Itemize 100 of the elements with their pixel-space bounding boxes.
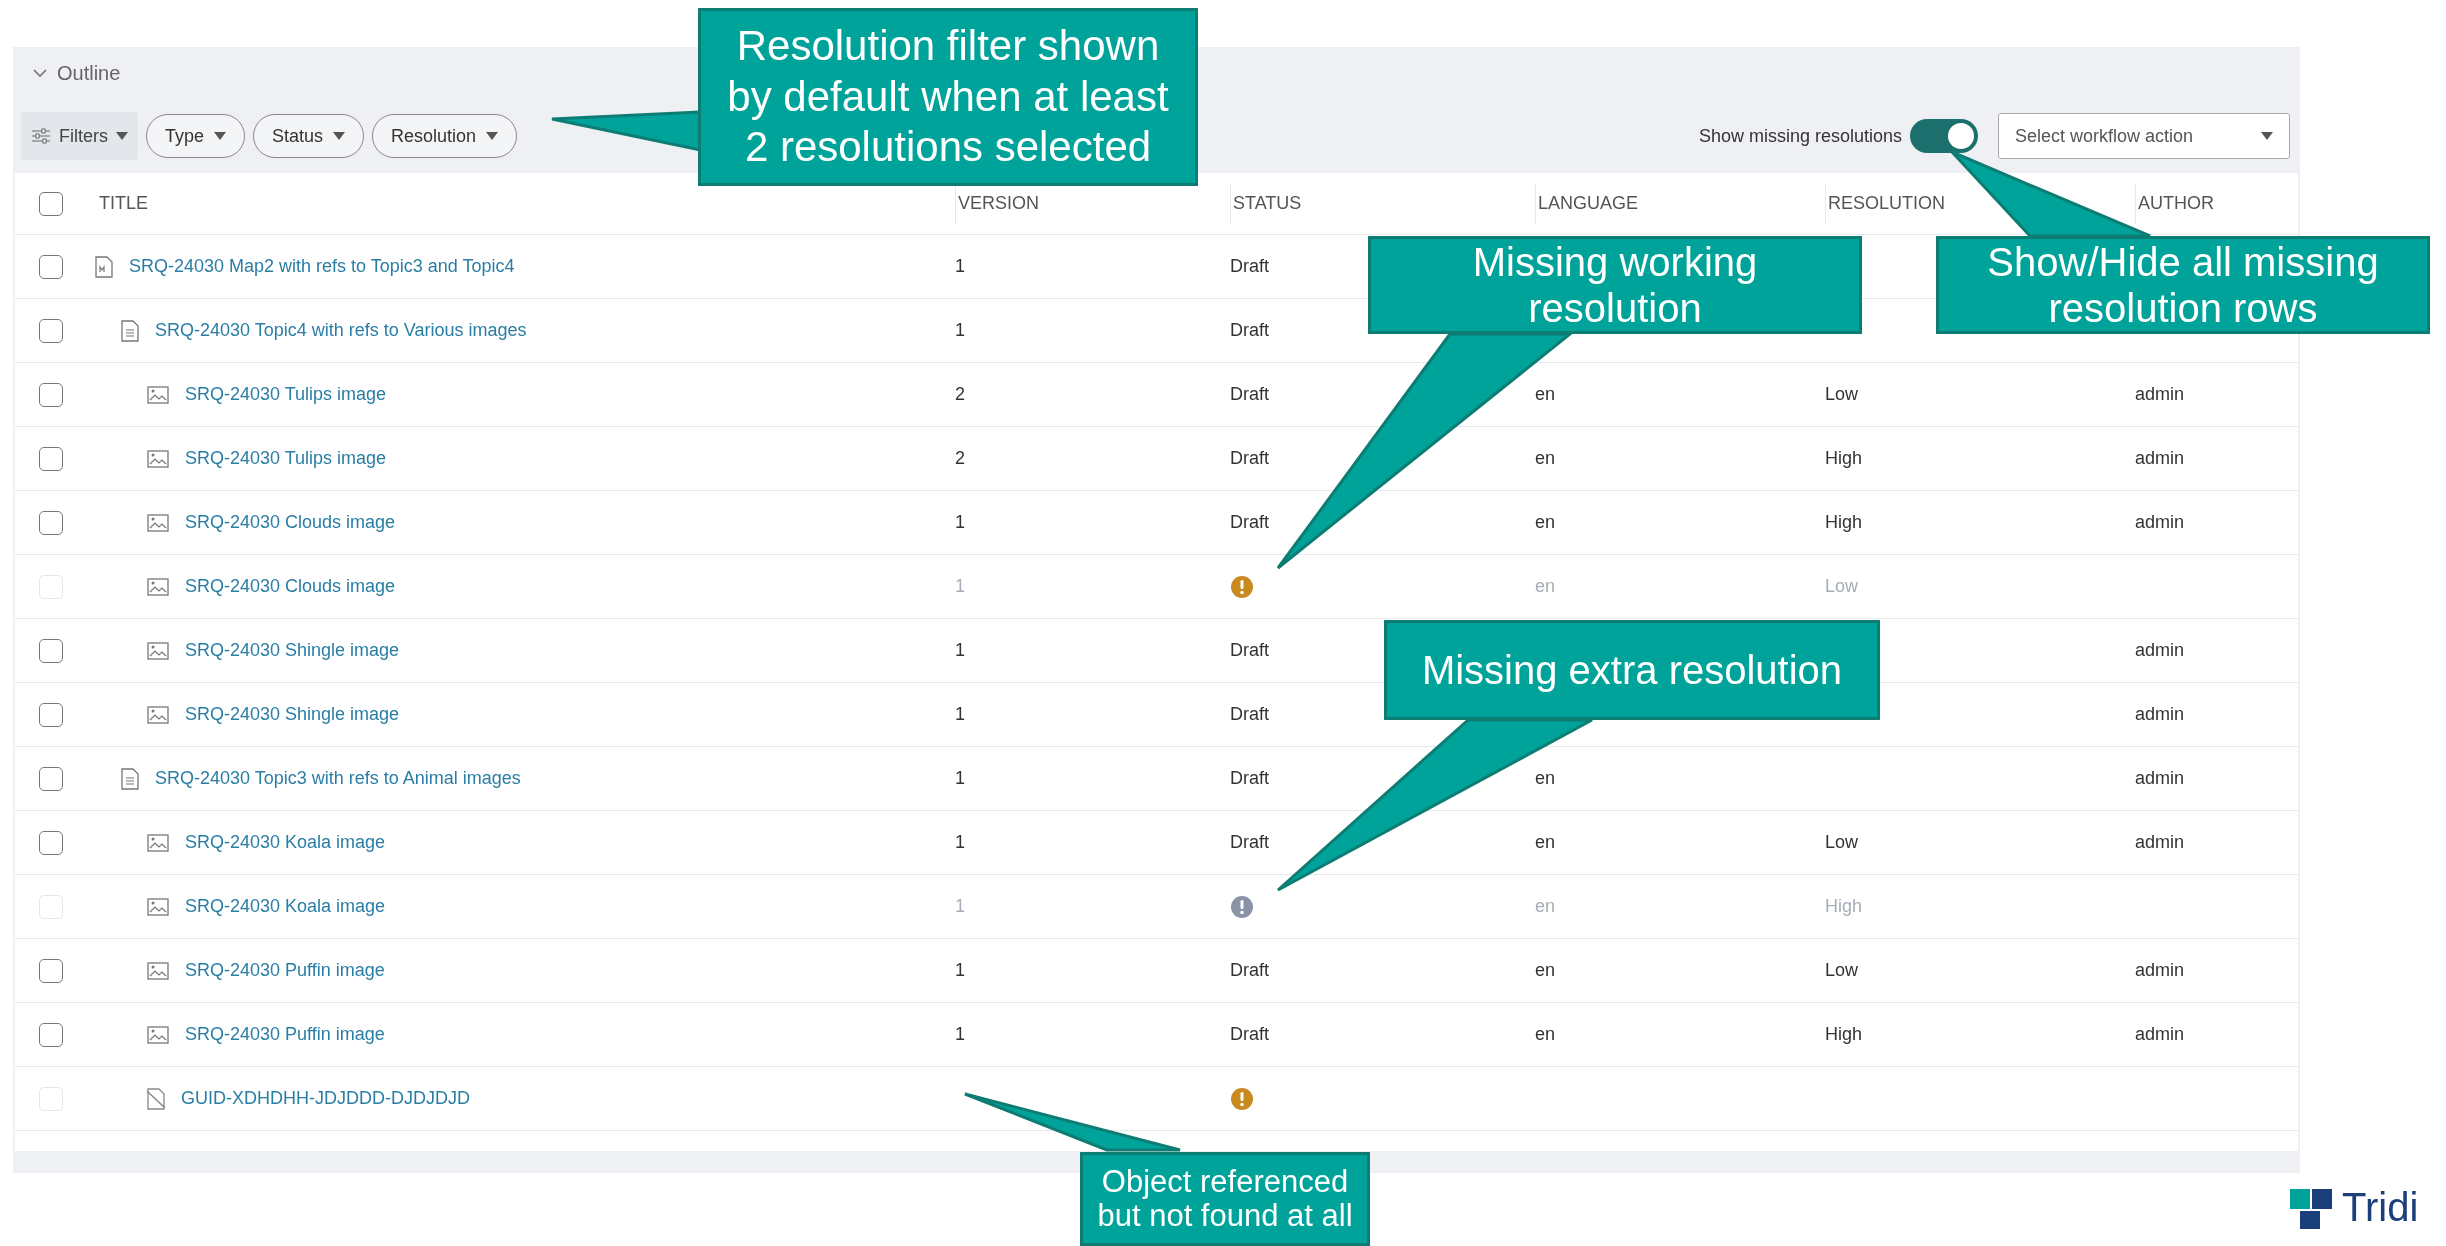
author-text: admin bbox=[2135, 1023, 2185, 1046]
filter-dropdown[interactable]: Type bbox=[146, 114, 246, 158]
version-text: 2 bbox=[955, 447, 965, 470]
version-text: 1 bbox=[955, 767, 965, 790]
version-text: 2 bbox=[955, 383, 965, 406]
resolution-text: Low bbox=[1825, 383, 1859, 406]
title-link[interactable]: SRQ-24030 Puffin image bbox=[185, 957, 385, 984]
language-text: en bbox=[1535, 383, 1556, 406]
resolution-text: Low bbox=[1825, 575, 1859, 598]
version-text: 1 bbox=[955, 639, 965, 662]
resolution-text: High bbox=[1825, 1023, 1863, 1046]
caret-icon bbox=[214, 132, 227, 140]
filters-button[interactable]: Filters bbox=[21, 112, 138, 160]
warning-icon bbox=[1230, 1086, 1254, 1111]
outline-toggle[interactable]: Outline bbox=[33, 58, 121, 88]
resolution-text: High bbox=[1825, 447, 1863, 470]
toggle-label: Show missing resolutions bbox=[1698, 124, 1902, 148]
column-header[interactable]: AUTHOR bbox=[2138, 190, 2214, 217]
author-text: admin bbox=[2135, 703, 2185, 726]
image-icon bbox=[147, 833, 169, 852]
image-icon bbox=[147, 705, 169, 724]
resolution-text: High bbox=[1825, 511, 1863, 534]
language-text: en bbox=[1535, 767, 1556, 790]
image-icon bbox=[147, 513, 169, 532]
status-text: Draft bbox=[1230, 959, 1269, 982]
callout: Missing working resolution bbox=[1368, 236, 1862, 334]
warning-icon bbox=[1230, 894, 1254, 919]
status-text: Draft bbox=[1230, 703, 1269, 726]
author-text: admin bbox=[2135, 767, 2185, 790]
title-link[interactable]: SRQ-24030 Koala image bbox=[185, 829, 386, 856]
map-file-icon bbox=[95, 255, 113, 278]
toggle-switch[interactable] bbox=[1910, 119, 1978, 153]
column-header[interactable]: TITLE bbox=[99, 190, 148, 217]
status-text: Draft bbox=[1230, 447, 1269, 470]
status-text: Draft bbox=[1230, 511, 1269, 534]
row-checkbox[interactable] bbox=[39, 766, 63, 791]
filter-dropdown[interactable]: Resolution bbox=[372, 114, 518, 158]
row-checkbox[interactable] bbox=[39, 638, 63, 663]
row-checkbox[interactable] bbox=[39, 958, 63, 983]
resolution-text: Low bbox=[1825, 831, 1859, 854]
broken-file-icon bbox=[147, 1087, 165, 1110]
status-text: Draft bbox=[1230, 319, 1269, 342]
checkbox[interactable] bbox=[39, 191, 63, 216]
status-text: Draft bbox=[1230, 767, 1269, 790]
author-text: admin bbox=[2135, 511, 2185, 534]
title-link[interactable]: SRQ-24030 Map2 with refs to Topic3 and Topic4 bbox=[129, 253, 515, 280]
chevron-icon bbox=[33, 68, 47, 78]
title-link[interactable]: SRQ-24030 Tulips image bbox=[185, 381, 387, 408]
image-icon bbox=[147, 641, 169, 660]
column-header[interactable]: VERSION bbox=[958, 190, 1040, 217]
row-checkbox[interactable] bbox=[39, 702, 63, 727]
version-text: 1 bbox=[955, 511, 965, 534]
title-link[interactable]: SRQ-24030 Puffin image bbox=[185, 1021, 385, 1048]
image-icon bbox=[147, 961, 169, 980]
column-header[interactable]: STATUS bbox=[1233, 190, 1302, 217]
filter-dropdown[interactable]: Status bbox=[253, 114, 365, 158]
language-text: en bbox=[1535, 1023, 1556, 1046]
language-text: en bbox=[1535, 895, 1556, 918]
logo-text: Tridi bbox=[2342, 1187, 2419, 1227]
row-checkbox[interactable] bbox=[39, 830, 63, 855]
language-text: en bbox=[1535, 959, 1556, 982]
author-text: admin bbox=[2135, 383, 2185, 406]
row-checkbox[interactable] bbox=[39, 318, 63, 343]
image-icon bbox=[147, 1025, 169, 1044]
status-text: Draft bbox=[1230, 383, 1269, 406]
caret-icon bbox=[2261, 132, 2273, 140]
version-text: 1 bbox=[955, 831, 965, 854]
author-text: admin bbox=[2135, 831, 2185, 854]
version-text: 1 bbox=[955, 255, 965, 278]
row-checkbox[interactable] bbox=[39, 510, 63, 535]
document-icon bbox=[121, 319, 139, 342]
callout: Missing extra resolution bbox=[1384, 620, 1880, 720]
author-text: admin bbox=[2135, 639, 2185, 662]
author-text: admin bbox=[2135, 447, 2185, 470]
title-link[interactable]: SRQ-24030 Topic4 with refs to Various images bbox=[155, 317, 527, 344]
version-text: 1 bbox=[955, 703, 965, 726]
callout: Resolution filter shown by default when at least 2 resolutions selected bbox=[698, 8, 1198, 186]
title-link[interactable]: SRQ-24030 Tulips image bbox=[185, 445, 387, 472]
resolution-text: High bbox=[1825, 895, 1863, 918]
column-header[interactable]: LANGUAGE bbox=[1538, 190, 1639, 217]
title-link[interactable]: SRQ-24030 Clouds image bbox=[185, 509, 396, 536]
document-icon bbox=[121, 767, 139, 790]
workflow-select[interactable]: Select workflow action bbox=[1998, 113, 2290, 159]
version-text: 1 bbox=[955, 575, 965, 598]
language-text: en bbox=[1535, 511, 1556, 534]
column-header[interactable]: RESOLUTION bbox=[1828, 190, 1946, 217]
title-link[interactable]: SRQ-24030 Shingle image bbox=[185, 637, 400, 664]
caret-icon bbox=[116, 132, 128, 140]
row-checkbox[interactable] bbox=[39, 1022, 63, 1047]
status-text: Draft bbox=[1230, 639, 1269, 662]
title-link[interactable]: SRQ-24030 Shingle image bbox=[185, 701, 400, 728]
resolution-text: Low bbox=[1825, 959, 1859, 982]
row-checkbox[interactable] bbox=[39, 382, 63, 407]
title-link[interactable]: SRQ-24030 Topic3 with refs to Animal images bbox=[155, 765, 521, 792]
image-icon bbox=[147, 577, 169, 596]
version-text: 1 bbox=[955, 959, 965, 982]
row-checkbox[interactable] bbox=[39, 254, 63, 279]
version-text: 1 bbox=[955, 319, 965, 342]
row-checkbox[interactable] bbox=[39, 446, 63, 471]
status-text: Draft bbox=[1230, 1023, 1269, 1046]
